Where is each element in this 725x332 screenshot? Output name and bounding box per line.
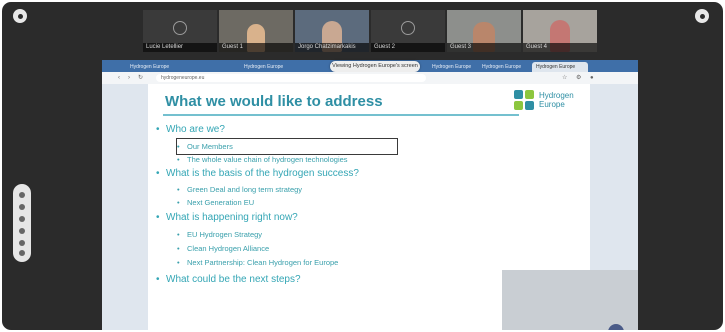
bullet-text: EU Hydrogen Strategy <box>187 230 263 239</box>
star-icon[interactable]: ☆ <box>562 74 567 82</box>
participant-name: Lucie Letellier <box>143 43 217 52</box>
logo-line-2: Europe <box>539 100 565 109</box>
bullet-text: Who are we? <box>166 124 225 135</box>
right-settings-icon[interactable] <box>695 9 709 23</box>
bullet-text: Green Deal and long term strategy <box>187 185 303 194</box>
bullet-marker: • <box>177 258 180 267</box>
bullet-text: What could be the next steps? <box>166 274 301 285</box>
more-tools-icon[interactable] <box>19 250 25 256</box>
slide-title: What we would like to address <box>165 93 383 110</box>
left-settings-icon[interactable] <box>13 9 27 23</box>
bullet-item: • Next Generation EU <box>177 198 254 207</box>
pen-tool-icon[interactable] <box>19 204 25 210</box>
browser-tab[interactable]: Hydrogen Europe <box>130 62 188 72</box>
bullet-item: • The whole value chain of hydrogen techn… <box>177 155 348 164</box>
bullet-marker: • <box>177 155 180 164</box>
browser-address-bar: ‹ › ↻ hydrogeneurope.eu ☆ ⚙ ● <box>102 72 638 84</box>
bullet-marker: • <box>156 212 160 223</box>
bullet-text: The whole value chain of hydrogen techno… <box>187 155 348 164</box>
shared-screen: Hydrogen Europe Hydrogen Europe Hydrogen… <box>102 60 638 330</box>
bullet-item: • Next Partnership: Clean Hydrogen for Eu… <box>177 258 338 267</box>
bullet-item: • What could be the next steps? <box>156 274 301 285</box>
bullet-item: • What is happening right now? <box>156 212 298 223</box>
bullet-item: • Clean Hydrogen Alliance <box>177 244 269 253</box>
extensions-icon[interactable]: ⚙ <box>576 74 581 82</box>
undo-tool-icon[interactable] <box>19 240 25 246</box>
hydrogen-europe-logo-icon: Hydrogen Europe <box>514 88 576 114</box>
participant-tile[interactable]: Jorgo Chatzimarkakis <box>295 10 369 52</box>
bullet-marker: • <box>177 198 180 207</box>
logo-line-1: Hydrogen <box>539 91 574 100</box>
url-input[interactable]: hydrogeneurope.eu <box>156 74 426 82</box>
avatar-placeholder-icon <box>173 21 187 35</box>
participant-tile[interactable]: Lucie Letellier <box>143 10 217 52</box>
highlighter-tool-icon[interactable] <box>19 216 25 222</box>
bullet-marker: • <box>177 244 180 253</box>
participant-tile[interactable]: Guest 4 <box>523 10 597 52</box>
participant-name: Guest 1 <box>219 43 293 52</box>
bullet-item: • EU Hydrogen Strategy <box>177 230 262 239</box>
bullet-marker: • <box>177 185 180 194</box>
browser-tab-active[interactable]: Hydrogen Europe <box>532 62 588 72</box>
bullet-item: • Who are we? <box>156 124 225 135</box>
avatar-placeholder-icon <box>401 21 415 35</box>
annotation-toolbar <box>13 184 31 262</box>
highlight-box <box>176 138 398 155</box>
eraser-tool-icon[interactable] <box>19 228 25 234</box>
self-view-tile[interactable] <box>502 270 638 330</box>
participant-name: Jorgo Chatzimarkakis <box>295 43 369 52</box>
participant-name: Guest 2 <box>371 43 445 52</box>
bullet-marker: • <box>156 168 160 179</box>
browser-tab[interactable]: Hydrogen Europe <box>244 62 296 72</box>
bullet-item: • Green Deal and long term strategy <box>177 185 302 194</box>
participant-gallery: Lucie Letellier Guest 1 Jorgo Chatzimark… <box>143 10 597 52</box>
bullet-marker: • <box>156 124 160 135</box>
bullet-text: What is the basis of the hydrogen succes… <box>166 168 359 179</box>
participant-tile[interactable]: Guest 3 <box>447 10 521 52</box>
browser-tab[interactable]: Hydrogen Europe <box>482 62 526 72</box>
profile-icon[interactable]: ● <box>590 74 594 82</box>
bullet-marker: • <box>177 230 180 239</box>
participant-tile[interactable]: Guest 1 <box>219 10 293 52</box>
participant-name: Guest 4 <box>523 43 597 52</box>
back-icon[interactable]: ‹ <box>118 74 120 82</box>
title-divider <box>163 114 519 116</box>
bullet-text: Next Generation EU <box>187 198 255 207</box>
bullet-marker: • <box>156 274 160 285</box>
forward-icon[interactable]: › <box>128 74 130 82</box>
logo-text: Hydrogen Europe <box>539 91 574 109</box>
pointer-tool-icon[interactable] <box>19 192 25 198</box>
logo-mark-icon <box>514 90 536 112</box>
meeting-window: Lucie Letellier Guest 1 Jorgo Chatzimark… <box>2 2 723 330</box>
browser-tab[interactable]: Hydrogen Europe <box>432 62 476 72</box>
bullet-item: • What is the basis of the hydrogen succe… <box>156 168 359 179</box>
bullet-text: Next Partnership: Clean Hydrogen for Eur… <box>187 258 339 267</box>
participant-name: Guest 3 <box>447 43 521 52</box>
bullet-text: Clean Hydrogen Alliance <box>187 244 270 253</box>
bullet-text: What is happening right now? <box>166 212 298 223</box>
refresh-icon[interactable]: ↻ <box>138 74 143 82</box>
participant-tile[interactable]: Guest 2 <box>371 10 445 52</box>
sharing-indicator[interactable]: Viewing Hydrogen Europe's screen <box>330 61 420 72</box>
